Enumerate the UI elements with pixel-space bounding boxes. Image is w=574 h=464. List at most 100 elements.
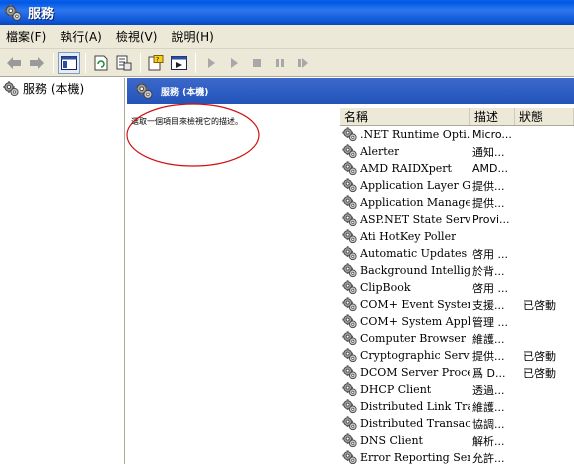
service-name: Cryptographic Servi... <box>360 349 470 362</box>
service-gear-icon <box>342 127 357 142</box>
table-row[interactable]: DNS Client 解析... <box>340 432 574 449</box>
table-row[interactable]: Background Intellig... 於背... <box>340 262 574 279</box>
table-row[interactable]: Computer Browser 維護... <box>340 330 574 347</box>
table-row[interactable]: Automatic Updates 啓用 ... <box>340 245 574 262</box>
annotation-ellipse <box>126 103 260 167</box>
column-header-name[interactable]: 名稱 <box>340 108 470 125</box>
table-row[interactable]: .NET Runtime Opti... Micro... <box>340 126 574 143</box>
list-body: .NET Runtime Opti... Micro... Alerter 通知...… <box>340 126 574 464</box>
pause-icon <box>276 58 284 67</box>
table-row[interactable]: DCOM Server Proce...爲 D... 已啓動 <box>340 364 574 381</box>
show-hide-tree-button[interactable] <box>58 51 80 74</box>
service-gear-icon <box>342 263 357 278</box>
refresh-button[interactable] <box>90 52 112 74</box>
service-name: DCOM Server Proce... <box>360 366 470 379</box>
start-service-button[interactable] <box>200 52 222 74</box>
toolbar: ? <box>0 49 574 77</box>
service-gear-icon <box>342 314 357 329</box>
service-name: ClipBook <box>360 281 411 294</box>
console-tree: 服務 (本機) <box>0 78 125 464</box>
service-description: Provi... <box>472 213 510 226</box>
service-name: Background Intellig... <box>360 264 470 277</box>
title-bar[interactable]: 服務 <box>0 0 574 25</box>
service-name-cell: Automatic Updates <box>340 246 470 261</box>
properties-button[interactable] <box>168 52 190 74</box>
service-name: Distributed Transacti... <box>360 417 470 430</box>
help-button[interactable]: ? <box>145 52 167 74</box>
restart-icon <box>298 57 308 68</box>
table-row[interactable]: Alerter 通知... <box>340 143 574 160</box>
service-description: 爲 D... <box>472 366 506 380</box>
table-row[interactable]: Ati HotKey Poller <box>340 228 574 245</box>
window-title: 服務 <box>28 6 55 21</box>
forward-arrow-icon <box>30 56 44 69</box>
menu-help[interactable]: 說明(H) <box>171 28 213 45</box>
service-name-cell: Alerter <box>340 144 470 159</box>
table-row[interactable]: Application Manage...提供... <box>340 194 574 211</box>
restart-service-button[interactable] <box>292 52 314 74</box>
service-description: 提供... <box>472 196 505 210</box>
service-gear-icon <box>342 178 357 193</box>
table-row[interactable]: ASP.NET State Servi...Provi... <box>340 211 574 228</box>
service-description: Micro... <box>472 128 512 141</box>
help-icon: ? <box>148 54 164 70</box>
menu-file[interactable]: 檔案(F) <box>6 28 46 45</box>
service-description: 於背... <box>472 264 505 278</box>
service-name-cell: DNS Client <box>340 433 470 448</box>
start-service-alt-button[interactable] <box>223 52 245 74</box>
services-gear-icon <box>4 3 22 21</box>
service-name-cell: Background Intellig... <box>340 263 470 278</box>
menu-action[interactable]: 執行(A) <box>60 28 102 45</box>
menu-view[interactable]: 檢視(V) <box>116 28 158 45</box>
table-row[interactable]: Cryptographic Servi...提供... 已啓動 <box>340 347 574 364</box>
service-name-cell: ClipBook <box>340 280 470 295</box>
service-description: 提供... <box>472 349 505 363</box>
tree-item-services-local[interactable]: 服務 (本機) <box>0 78 124 99</box>
service-name: Automatic Updates <box>360 247 468 260</box>
services-list: 名稱 描述 狀態 .NET Runtime Opti... Micro... Ale… <box>340 108 574 464</box>
service-description: 提供... <box>472 179 505 193</box>
column-header-description[interactable]: 描述 <box>470 108 515 125</box>
services-gear-icon <box>3 80 19 96</box>
column-header-status[interactable]: 狀態 <box>515 108 574 125</box>
back-button[interactable] <box>3 52 25 74</box>
export-list-button[interactable] <box>113 52 135 74</box>
table-row[interactable]: ClipBook 啓用 ... <box>340 279 574 296</box>
service-name-cell: Application Manage... <box>340 195 470 210</box>
service-name-cell: Cryptographic Servi... <box>340 348 470 363</box>
service-name: DNS Client <box>360 434 423 447</box>
service-name-cell: Computer Browser <box>340 331 470 346</box>
refresh-icon <box>94 55 108 70</box>
forward-button[interactable] <box>26 52 48 74</box>
table-row[interactable]: AMD RAIDXpert AMD... <box>340 160 574 177</box>
table-row[interactable]: COM+ Event System 支援... 已啓動 <box>340 296 574 313</box>
service-name-cell: Distributed Link Tra... <box>340 399 470 414</box>
table-row[interactable]: Error Reporting Ser... 允許... <box>340 449 574 464</box>
table-row[interactable]: COM+ System Appli...管理 ... <box>340 313 574 330</box>
service-name: ASP.NET State Servi... <box>360 213 470 226</box>
service-name: Ati HotKey Poller <box>360 230 457 243</box>
service-gear-icon <box>342 399 357 414</box>
service-description: 透過... <box>472 383 505 397</box>
service-description: 管理 ... <box>472 315 508 329</box>
stop-service-button[interactable] <box>246 52 268 74</box>
service-name-cell: DHCP Client <box>340 382 470 397</box>
pause-service-button[interactable] <box>269 52 291 74</box>
table-row[interactable]: DHCP Client 透過... <box>340 381 574 398</box>
service-gear-icon <box>342 195 357 210</box>
table-row[interactable]: Application Layer G... 提供... <box>340 177 574 194</box>
play-icon <box>231 57 238 68</box>
service-gear-icon <box>342 450 357 464</box>
service-name: .NET Runtime Opti... <box>360 128 470 141</box>
table-row[interactable]: Distributed Link Tra...維護... <box>340 398 574 415</box>
svg-text:?: ? <box>156 56 159 63</box>
table-row[interactable]: Distributed Transacti...協調... <box>340 415 574 432</box>
service-name-cell: Ati HotKey Poller <box>340 229 470 244</box>
service-name: COM+ System Appli... <box>360 315 470 328</box>
service-gear-icon <box>342 280 357 295</box>
service-name: DHCP Client <box>360 383 432 396</box>
back-arrow-icon <box>7 56 21 69</box>
description-panel: 選取一個項目來檢視它的描述。 <box>126 103 332 464</box>
service-gear-icon <box>342 331 357 346</box>
service-name-cell: Error Reporting Ser... <box>340 450 470 464</box>
